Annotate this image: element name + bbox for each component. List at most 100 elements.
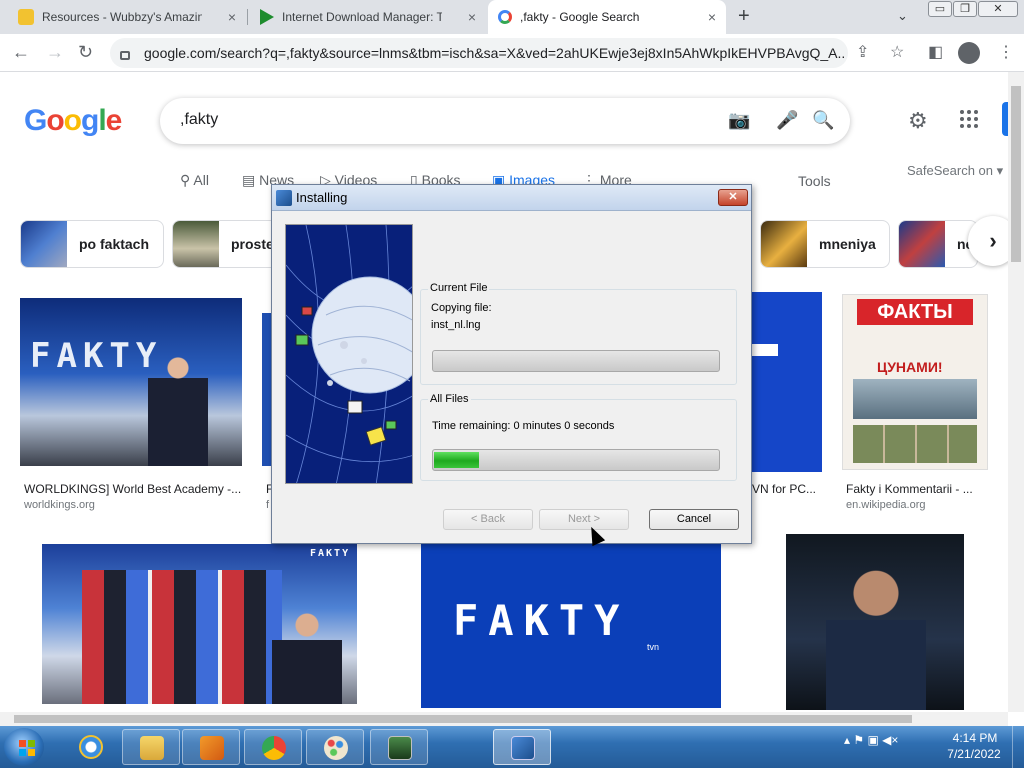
tab-separator [247, 9, 248, 25]
result-title[interactable]: WORLDKINGS] World Best Academy -... [24, 482, 242, 496]
tab-title: Internet Download Manager: The [282, 10, 442, 24]
paint-icon [324, 736, 348, 760]
explorer-icon [140, 736, 164, 760]
share-icon[interactable]: ⇪ [856, 42, 869, 62]
url-text[interactable]: google.com/search?q=,fakty&source=lnms&t… [144, 45, 844, 61]
tab-close-icon[interactable]: × [228, 9, 236, 25]
lock-icon [120, 50, 130, 60]
clock-date[interactable]: 7/21/2022 [942, 747, 1006, 761]
installer-icon [276, 190, 292, 206]
tab-all[interactable]: ⚲ All [180, 172, 209, 189]
taskbar-terminal-icon[interactable] [370, 729, 428, 765]
presenter-figure [272, 610, 342, 704]
result-image-tvn[interactable] [752, 292, 822, 472]
kebab-menu-icon[interactable]: ⋮ [998, 42, 1014, 62]
minimize-button[interactable]: ▭ [928, 1, 952, 17]
time-remaining-label: Time remaining: 0 minutes 0 seconds [432, 420, 615, 432]
start-button[interactable] [4, 728, 44, 766]
address-bar[interactable]: google.com/search?q=,fakty&source=lnms&t… [110, 38, 848, 68]
side-panel-icon[interactable]: ◧ [928, 42, 943, 62]
result-site[interactable]: worldkings.org [24, 499, 95, 511]
tab-idm[interactable]: Internet Download Manager: The × [250, 0, 486, 34]
bookmark-star-icon[interactable]: ☆ [890, 42, 904, 62]
newspaper-photo [853, 379, 977, 419]
result-image-worldkings[interactable]: FAKTY [20, 298, 242, 466]
result-image-anchor[interactable] [786, 534, 964, 710]
chip-ne[interactable]: ne [898, 220, 978, 268]
chip-thumbnail [761, 221, 807, 267]
new-tab-button[interactable]: + [738, 5, 750, 28]
forward-arrow-icon[interactable]: → [46, 42, 64, 63]
tab-search-chevron-icon[interactable]: ⌄ [897, 8, 908, 24]
back-button[interactable]: < Back [443, 509, 533, 530]
current-file-label: Current File [428, 282, 490, 294]
search-icon[interactable]: 🔍 [812, 110, 834, 131]
scroll-thumb[interactable] [14, 715, 912, 723]
taskbar-ie-icon[interactable] [62, 729, 120, 765]
all-files-progress-bar [432, 449, 720, 471]
tab-wubbzy[interactable]: Resources - Wubbzy's Amazing A × [8, 0, 246, 34]
tab-title: Resources - Wubbzy's Amazing A [42, 10, 202, 24]
windows-taskbar: ▴ ⚑ ▣ ◀× 4:14 PM 7/21/2022 [0, 726, 1024, 768]
newspaper-photos [853, 425, 977, 463]
chip-po-faktach[interactable]: po faktach [20, 220, 164, 268]
scroll-thumb[interactable] [1011, 86, 1021, 262]
result-title[interactable]: Fakty i Kommentarii - ... [846, 482, 986, 496]
tab-close-icon[interactable]: × [708, 9, 716, 25]
result-image-newspaper[interactable]: ФАКТЫ ЦУНАМИ! [842, 294, 988, 470]
progress-fill [434, 452, 480, 468]
current-filename: inst_nl.lng [431, 319, 481, 331]
dialog-title-bar[interactable]: Installing ✕ [272, 185, 751, 211]
microphone-icon[interactable]: 🎤 [776, 110, 798, 131]
tab-title: ,fakty - Google Search [520, 10, 640, 24]
chip-thumbnail [899, 221, 945, 267]
clock-time[interactable]: 4:14 PM [946, 731, 1004, 745]
back-arrow-icon[interactable]: ← [12, 42, 30, 63]
next-button[interactable]: Next > [539, 509, 629, 530]
result-image-presenters[interactable]: FAKTY [42, 544, 357, 704]
reload-icon[interactable]: ↻ [78, 42, 93, 63]
tab-google-search[interactable]: ,fakty - Google Search × [488, 0, 726, 34]
google-logo[interactable]: Google [24, 104, 122, 138]
tab-close-icon[interactable]: × [468, 9, 476, 25]
browser-toolbar: ← → ↻ google.com/search?q=,fakty&source=… [0, 34, 1024, 72]
result-title[interactable]: VN for PC... [752, 482, 822, 496]
windows-logo-icon [19, 740, 35, 756]
tools-button[interactable]: Tools [798, 173, 831, 189]
apps-grid-icon[interactable] [960, 110, 978, 128]
show-desktop-button[interactable] [1012, 726, 1024, 768]
chevron-right-icon: › [989, 228, 997, 253]
newspaper-headline: ЦУНАМИ! [877, 359, 943, 375]
taskbar-installer-icon[interactable] [493, 729, 551, 765]
media-player-icon [200, 736, 224, 760]
dialog-title: Installing [296, 190, 348, 205]
installer-icon [511, 736, 535, 760]
presenters-group [82, 570, 282, 704]
profile-avatar-icon[interactable] [958, 42, 980, 64]
taskbar-paint-icon[interactable] [306, 729, 364, 765]
window-close-button[interactable]: ✕ [978, 1, 1018, 17]
taskbar-explorer-icon[interactable] [122, 729, 180, 765]
presenter-figure [148, 352, 208, 466]
result-site[interactable]: en.wikipedia.org [846, 499, 926, 511]
result-image-fakty-logo[interactable]: FAKTY tvn [421, 544, 721, 708]
camera-icon[interactable]: 📷 [728, 110, 750, 131]
maximize-button[interactable]: ❐ [953, 1, 977, 17]
system-tray-icons[interactable]: ▴ ⚑ ▣ ◀× [844, 733, 898, 747]
horizontal-scrollbar[interactable] [0, 712, 1008, 726]
taskbar-chrome-icon[interactable] [244, 729, 302, 765]
tab-strip: Resources - Wubbzy's Amazing A × Interne… [0, 0, 1024, 34]
current-file-progress-bar [432, 350, 720, 372]
chip-mneniya[interactable]: mneniya [760, 220, 890, 268]
gear-icon[interactable]: ⚙ [908, 108, 928, 134]
installing-dialog: Installing ✕ Current File Copying file: … [271, 184, 752, 544]
tvn-mark: tvn [647, 642, 660, 652]
taskbar-media-player-icon[interactable] [182, 729, 240, 765]
presenter-figure [826, 564, 926, 710]
safesearch-dropdown[interactable]: SafeSearch on ▾ [907, 163, 1003, 179]
vertical-scrollbar[interactable] [1008, 72, 1024, 712]
search-box[interactable]: ,fakty 📷 🎤 🔍 [160, 98, 850, 144]
cancel-button[interactable]: Cancel [649, 509, 739, 530]
dialog-close-button[interactable]: ✕ [718, 189, 748, 206]
search-input[interactable]: ,fakty [180, 111, 218, 129]
